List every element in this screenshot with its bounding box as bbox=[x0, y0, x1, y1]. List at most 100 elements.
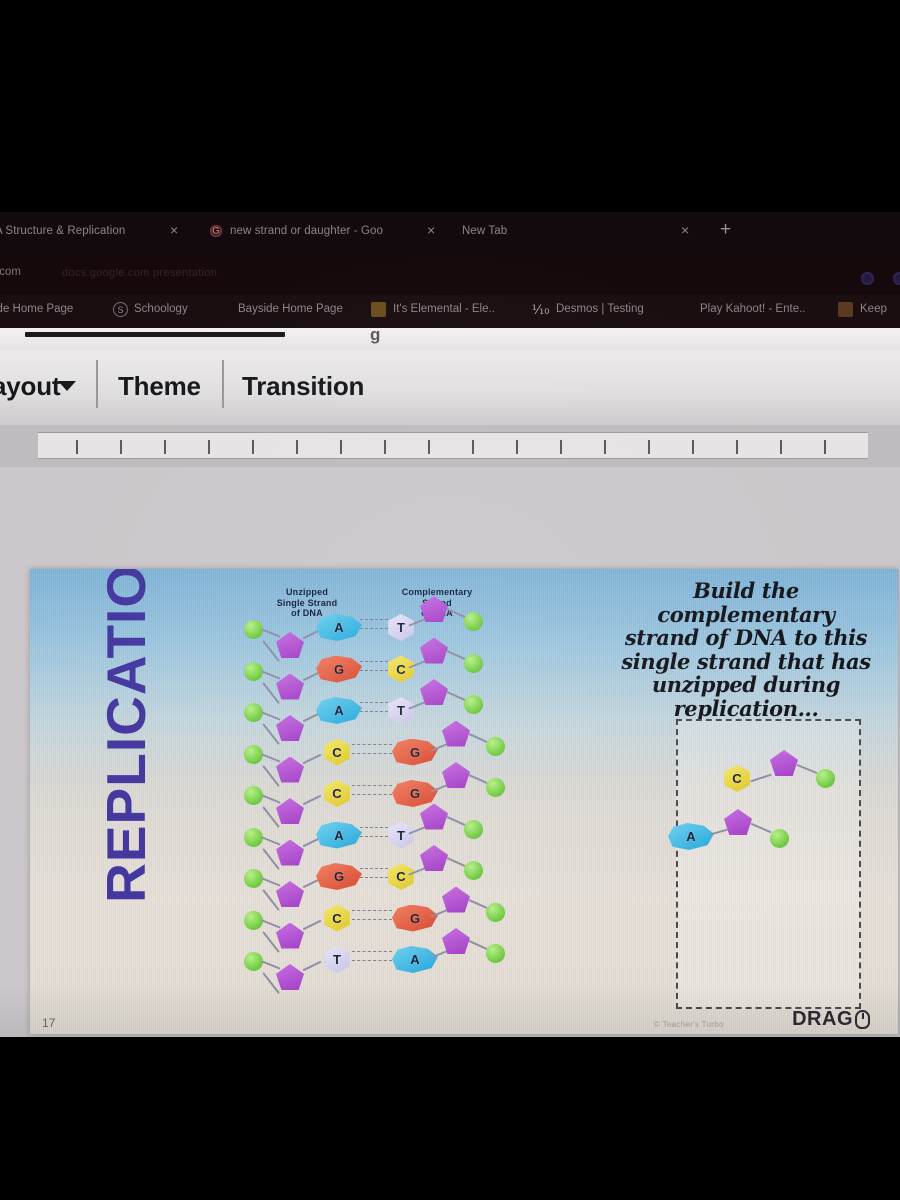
hydrogen-bond bbox=[352, 785, 392, 786]
browser-address-bar[interactable]: .com docs.google.com presentation bbox=[0, 255, 900, 295]
bond-line bbox=[302, 794, 322, 806]
bookmark-item-3[interactable]: It's Elemental - Ele.. bbox=[393, 303, 495, 319]
phosphate-icon bbox=[244, 869, 263, 888]
phosphate-icon bbox=[464, 653, 483, 673]
bond-line bbox=[468, 898, 488, 909]
phosphate-icon bbox=[244, 827, 263, 847]
hydrogen-bond bbox=[360, 669, 388, 671]
bond-line bbox=[261, 794, 281, 804]
base-left: C bbox=[324, 738, 350, 766]
bookmark-item-1[interactable]: Schoology bbox=[134, 303, 188, 319]
heading-unzipped-strand: Unzipped Single Strand of DNA bbox=[252, 587, 362, 619]
phosphate-icon bbox=[486, 944, 505, 963]
phosphate-icon bbox=[244, 910, 263, 930]
bond-line bbox=[261, 960, 281, 970]
tab-close-icon[interactable]: × bbox=[427, 223, 435, 237]
theme-button[interactable]: Theme bbox=[118, 371, 201, 402]
base-label: A bbox=[668, 823, 714, 850]
ruler-track[interactable] bbox=[38, 432, 868, 459]
instruction-line: strand of DNA to this bbox=[624, 625, 868, 651]
bond-line bbox=[261, 669, 281, 680]
base-label: C bbox=[724, 765, 750, 792]
hydrogen-bond bbox=[360, 826, 388, 828]
bookmark-item-2[interactable]: Bayside Home Page bbox=[238, 303, 343, 319]
layout-button[interactable]: ayout bbox=[0, 371, 61, 402]
hydrogen-bond bbox=[352, 951, 392, 952]
transition-button[interactable]: Transition bbox=[242, 371, 364, 402]
browser-tab-1[interactable]: new strand or daughter - Goo bbox=[230, 225, 383, 243]
base-right: C bbox=[388, 863, 414, 890]
sugar-icon bbox=[420, 845, 448, 871]
phosphate-icon bbox=[464, 695, 483, 714]
elemental-icon bbox=[371, 302, 386, 317]
keep-icon bbox=[838, 302, 853, 317]
sugar-icon bbox=[420, 637, 448, 664]
bond-line bbox=[446, 857, 466, 867]
instruction-line: Build the complementary bbox=[657, 578, 835, 627]
phosphate-icon bbox=[464, 861, 483, 880]
hydrogen-bond bbox=[360, 868, 388, 869]
monitor-screen: A Structure & Replication × G new strand… bbox=[0, 212, 900, 1037]
bond-line bbox=[796, 763, 818, 775]
bookmark-item-6[interactable]: Keep bbox=[860, 303, 887, 319]
hydrogen-bond bbox=[352, 743, 392, 745]
heading-line: Single Strand bbox=[276, 597, 338, 608]
profile-avatar-icon[interactable] bbox=[893, 272, 900, 285]
slide-content[interactable]: REPLICATION 17 © Teacher's Turbo DRAG Un… bbox=[30, 569, 898, 1034]
base-right: C bbox=[388, 655, 414, 683]
tab-close-icon[interactable]: × bbox=[170, 223, 178, 237]
hydrogen-bond bbox=[360, 628, 388, 629]
slides-toolbar: ayout Theme Transition bbox=[0, 350, 900, 425]
sugar-icon bbox=[770, 750, 798, 776]
sugar-icon bbox=[724, 809, 752, 835]
photo-of-monitor: A Structure & Replication × G new strand… bbox=[0, 0, 900, 1200]
instruction-text: Build the complementary strand of DNA to… bbox=[610, 579, 882, 720]
browser-tab-0[interactable]: A Structure & Replication bbox=[0, 225, 125, 243]
hydrogen-bond bbox=[360, 702, 388, 703]
extension-icon[interactable] bbox=[861, 272, 874, 285]
bond-line bbox=[446, 649, 466, 660]
phosphate-icon bbox=[244, 952, 263, 971]
bond-line bbox=[261, 918, 281, 929]
phosphate-icon bbox=[244, 744, 263, 764]
bond-line bbox=[750, 773, 772, 783]
phosphate-icon bbox=[486, 778, 505, 797]
google-favicon-icon: G bbox=[209, 224, 223, 238]
schoology-icon: S bbox=[113, 302, 128, 317]
bond-line bbox=[261, 628, 281, 638]
browser-tab-2[interactable]: New Tab bbox=[462, 225, 507, 243]
base-left: A bbox=[316, 697, 362, 724]
bond-line bbox=[261, 711, 281, 721]
instruction-line: unzipped during replication... bbox=[651, 672, 841, 721]
slide-ruler[interactable] bbox=[0, 425, 900, 467]
bookmark-item-0[interactable]: ide Home Page bbox=[0, 303, 73, 319]
bond-line bbox=[468, 732, 488, 743]
answer-dropzone[interactable]: C A bbox=[668, 719, 861, 1009]
address-bar-value[interactable]: .com bbox=[0, 266, 21, 278]
hydrogen-bond bbox=[360, 877, 388, 878]
base-left: C bbox=[324, 780, 350, 807]
tab-close-icon[interactable]: × bbox=[681, 223, 689, 237]
slides-menu-bar: g bbox=[0, 325, 900, 350]
sugar-icon bbox=[442, 928, 470, 954]
hydrogen-bond bbox=[352, 960, 392, 961]
bookmark-item-4[interactable]: Desmos | Testing bbox=[556, 303, 644, 319]
mouse-icon bbox=[855, 1010, 870, 1029]
bookmark-item-5[interactable]: Play Kahoot! - Ente.. bbox=[700, 303, 805, 319]
bond-line bbox=[446, 691, 466, 701]
drag-hint-label: DRAG bbox=[792, 1008, 853, 1030]
bond-line bbox=[750, 822, 772, 834]
phosphate-icon bbox=[244, 703, 263, 722]
base-left: A bbox=[316, 821, 362, 849]
bond-line bbox=[261, 752, 281, 763]
chevron-down-icon[interactable] bbox=[58, 381, 76, 391]
base-left: G bbox=[316, 655, 362, 683]
sugar-icon bbox=[442, 720, 470, 747]
phosphate-icon bbox=[464, 612, 483, 631]
base-left: G bbox=[316, 863, 362, 890]
hydrogen-bond bbox=[352, 752, 392, 754]
new-tab-button[interactable]: + bbox=[720, 220, 731, 239]
bond-line bbox=[710, 828, 728, 836]
menu-bar-shadow bbox=[25, 332, 285, 337]
sugar-icon bbox=[442, 762, 470, 788]
